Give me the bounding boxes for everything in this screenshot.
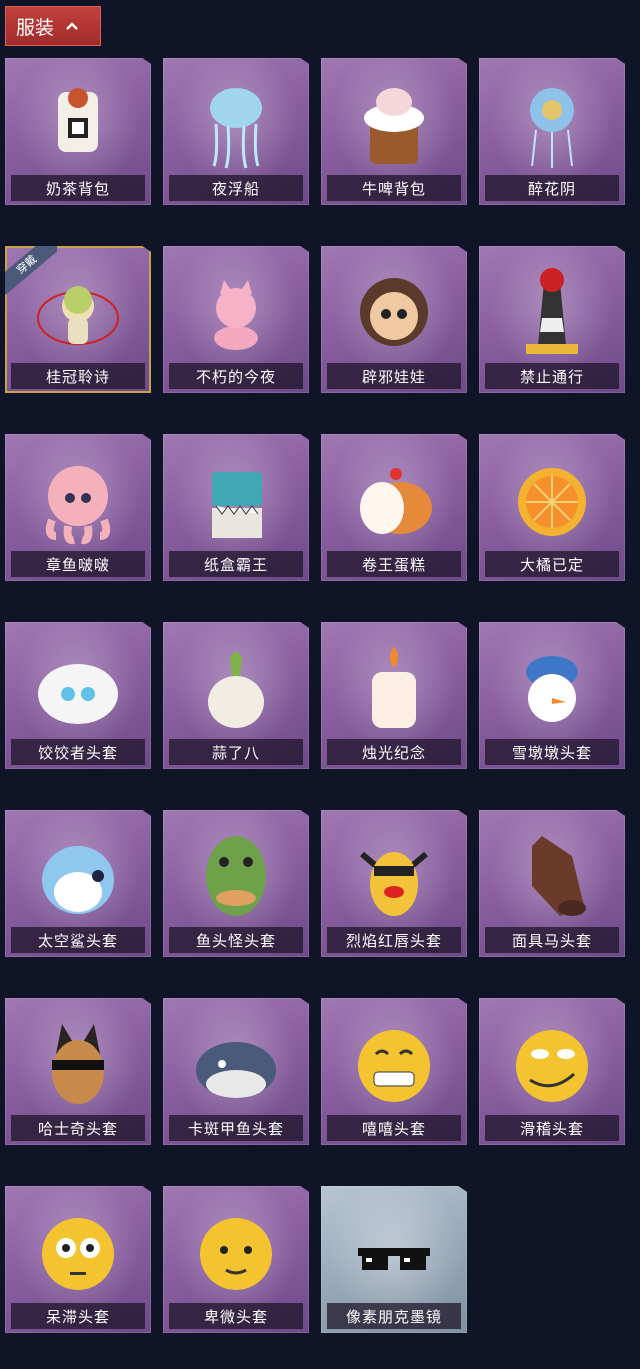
snowman-icon (526, 656, 578, 722)
outfit-item-label: 饺饺者头套 (11, 739, 145, 765)
horse-mask-icon (532, 836, 586, 916)
outfit-item-card[interactable]: 太空鲨头套 (5, 810, 151, 957)
outfit-item-card[interactable]: 烛光纪念 (321, 622, 467, 769)
outfit-item-card[interactable]: 禁止通行 (479, 246, 625, 393)
red-lips-icon (360, 851, 428, 916)
fish-icon (196, 1042, 276, 1098)
cow-beer-icon (364, 88, 424, 164)
box-dino-icon (212, 472, 262, 538)
outfit-item-card[interactable]: 雪墩墩头套 (479, 622, 625, 769)
outfit-item-card[interactable]: 辟邪娃娃 (321, 246, 467, 393)
outfit-item-label: 鱼头怪头套 (169, 927, 303, 953)
equipped-badge-label: 穿戴 (5, 246, 57, 298)
category-title: 服装 (16, 16, 55, 39)
outfit-item-label: 烈焰红唇头套 (327, 927, 461, 953)
outfit-item-card[interactable]: 奶茶背包 (5, 58, 151, 205)
orange-icon (518, 468, 586, 536)
dumpling-icon (38, 664, 118, 724)
outfit-item-card[interactable]: 卷王蛋糕 (321, 434, 467, 581)
outfit-item-card[interactable]: 卑微头套 (163, 1186, 309, 1333)
flower-lantern-icon (530, 88, 574, 168)
outfit-item-card[interactable]: 醉花阴 (479, 58, 625, 205)
shark-icon (42, 846, 114, 914)
funny-emoji-icon (516, 1030, 588, 1102)
outfit-item-card[interactable]: 烈焰红唇头套 (321, 810, 467, 957)
garlic-icon (208, 652, 264, 728)
outfit-item-label: 卷王蛋糕 (327, 551, 461, 577)
outfit-item-label: 嘻嘻头套 (327, 1115, 461, 1141)
outfit-item-label: 卡斑甲鱼头套 (169, 1115, 303, 1141)
outfit-item-card[interactable]: 像素朋克墨镜 (321, 1186, 467, 1333)
outfit-item-card[interactable]: 夜浮船 (163, 58, 309, 205)
stare-emoji-icon (42, 1218, 114, 1290)
outfit-item-label: 纸盒霸王 (169, 551, 303, 577)
outfit-item-card[interactable]: 牛啤背包 (321, 58, 467, 205)
outfit-item-card[interactable]: 穿戴桂冠聆诗 (5, 246, 151, 393)
outfit-item-label: 像素朋克墨镜 (327, 1303, 461, 1329)
outfit-item-label: 章鱼啵啵 (11, 551, 145, 577)
outfit-item-label: 醉花阴 (485, 175, 619, 201)
outfit-item-label: 雪墩墩头套 (485, 739, 619, 765)
outfit-item-label: 蒜了八 (169, 739, 303, 765)
outfit-item-label: 奶茶背包 (11, 175, 145, 201)
outfit-item-label: 太空鲨头套 (11, 927, 145, 953)
pink-fox-icon (214, 280, 258, 350)
outfit-item-label: 牛啤背包 (327, 175, 461, 201)
outfit-item-card[interactable]: 嘻嘻头套 (321, 998, 467, 1145)
outfit-item-label: 夜浮船 (169, 175, 303, 201)
doll-icon (360, 278, 428, 346)
outfit-item-label: 辟邪娃娃 (327, 363, 461, 389)
outfit-item-card[interactable]: 面具马头套 (479, 810, 625, 957)
outfit-item-label: 哈士奇头套 (11, 1115, 145, 1141)
outfit-item-card[interactable]: 纸盒霸王 (163, 434, 309, 581)
fish-head-icon (206, 836, 266, 916)
outfit-item-card[interactable]: 呆滞头套 (5, 1186, 151, 1333)
outfit-item-label: 大橘已定 (485, 551, 619, 577)
jellyfish-icon (210, 88, 262, 169)
humble-emoji-icon (200, 1218, 272, 1290)
octopus-icon (45, 466, 111, 545)
outfit-item-card[interactable]: 饺饺者头套 (5, 622, 151, 769)
husky-icon (52, 1024, 104, 1104)
outfit-grid: 奶茶背包 夜浮船 牛啤背包 醉花阴穿戴桂冠聆诗 不朽的今夜 辟邪娃娃 禁止通行章鱼啵啵 纸盒霸… (5, 58, 625, 1333)
equipped-badge: 穿戴 (5, 246, 57, 298)
outfit-item-card[interactable]: 鱼头怪头套 (163, 810, 309, 957)
grin-emoji-icon (358, 1030, 430, 1102)
outfit-item-label: 面具马头套 (485, 927, 619, 953)
outfit-item-label: 不朽的今夜 (169, 363, 303, 389)
outfit-item-label: 卑微头套 (169, 1303, 303, 1329)
outfit-item-card[interactable]: 大橘已定 (479, 434, 625, 581)
outfit-category-toggle[interactable]: 服装 (5, 6, 101, 46)
outfit-item-card[interactable]: 哈士奇头套 (5, 998, 151, 1145)
pixel-sunglasses-icon (358, 1248, 430, 1270)
outfit-item-card[interactable]: 章鱼啵啵 (5, 434, 151, 581)
candle-icon (372, 646, 416, 728)
outfit-item-label: 呆滞头套 (11, 1303, 145, 1329)
outfit-item-card[interactable]: 蒜了八 (163, 622, 309, 769)
outfit-item-label: 烛光纪念 (327, 739, 461, 765)
outfit-item-label: 禁止通行 (485, 363, 619, 389)
outfit-item-card[interactable]: 不朽的今夜 (163, 246, 309, 393)
no-entry-cone-icon (526, 268, 578, 354)
outfit-item-card[interactable]: 滑稽头套 (479, 998, 625, 1145)
chevron-up-icon (66, 22, 78, 30)
roll-cake-icon (360, 468, 432, 534)
milk-tea-icon (58, 88, 98, 152)
outfit-item-label: 桂冠聆诗 (11, 363, 145, 389)
outfit-item-card[interactable]: 卡斑甲鱼头套 (163, 998, 309, 1145)
outfit-item-label: 滑稽头套 (485, 1115, 619, 1141)
